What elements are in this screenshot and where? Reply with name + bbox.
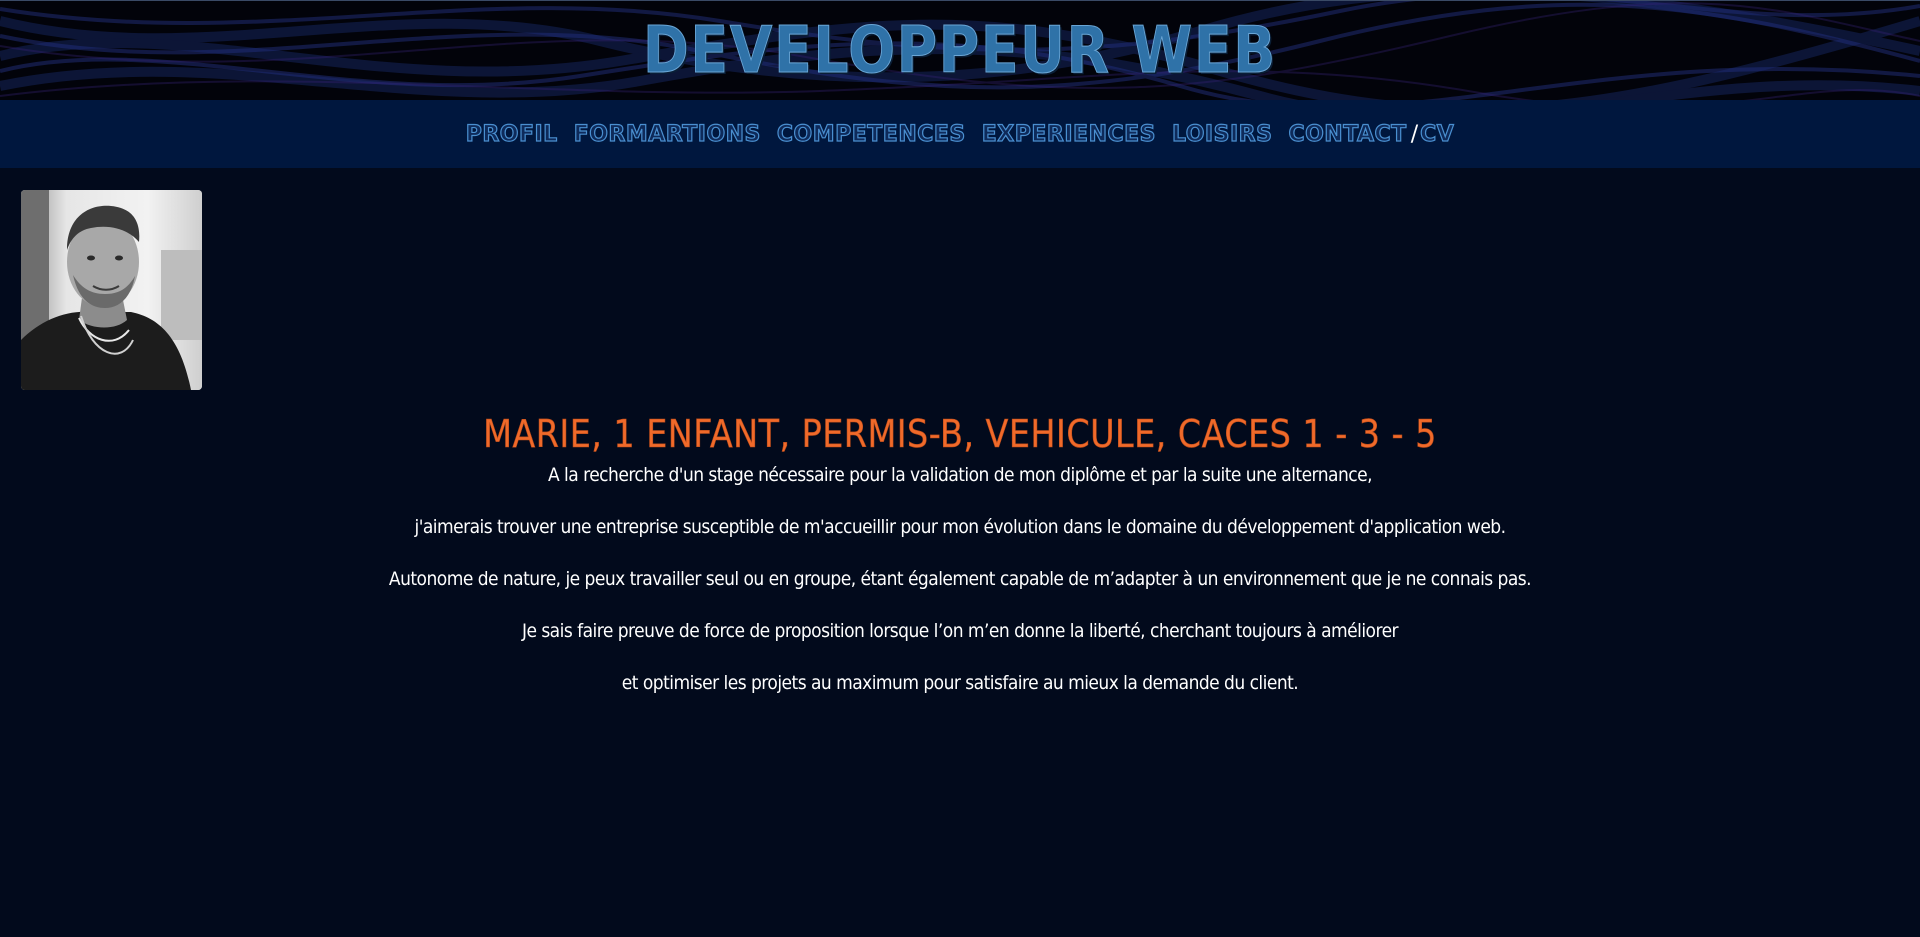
- bio-line: Je sais faire preuve de force de proposi…: [521, 620, 1399, 642]
- site-header: DEVELOPPEUR WEB: [0, 0, 1920, 100]
- bio-line: et optimiser les projets au maximum pour…: [621, 672, 1299, 694]
- bio-line: j'aimerais trouver une entreprise suscep…: [414, 516, 1506, 538]
- nav-item-experiences[interactable]: EXPERIENCES: [981, 121, 1156, 147]
- bio-line: Autonome de nature, je peux travailler s…: [388, 568, 1532, 590]
- nav-item-contact[interactable]: CONTACT: [1288, 121, 1407, 147]
- profile-photo: [21, 190, 202, 390]
- nav-separator: /: [1410, 121, 1419, 147]
- nav-item-loisirs[interactable]: LOISIRS: [1171, 121, 1272, 147]
- bio-line: A la recherche d'un stage nécessaire pou…: [547, 464, 1373, 486]
- profile-bio: A la recherche d'un stage nécessaire pou…: [0, 464, 1920, 724]
- profile-headline: MARIE, 1 ENFANT, PERMIS-B, VEHICULE, CAC…: [483, 412, 1437, 457]
- site-title: DEVELOPPEUR WEB: [643, 14, 1277, 88]
- nav-item-competences[interactable]: COMPETENCES: [776, 121, 966, 147]
- main-nav: PROFIL FORMARTIONS COMPETENCES EXPERIENC…: [0, 100, 1920, 168]
- nav-item-profil[interactable]: PROFIL: [465, 121, 558, 147]
- profile-section: MARIE, 1 ENFANT, PERMIS-B, VEHICULE, CAC…: [0, 168, 1920, 937]
- nav-item-cv[interactable]: CV: [1420, 121, 1455, 147]
- nav-item-formartions[interactable]: FORMARTIONS: [573, 121, 761, 147]
